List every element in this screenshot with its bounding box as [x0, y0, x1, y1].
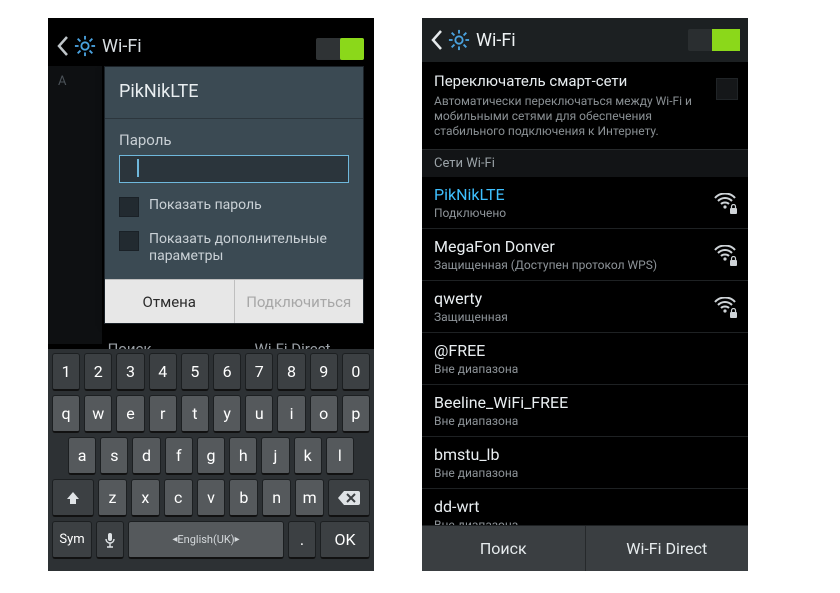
gear-icon: [74, 35, 96, 57]
network-name: qwerty: [434, 289, 706, 308]
key-t[interactable]: t: [181, 395, 209, 433]
networks-section-label: Сети Wi-Fi: [422, 150, 748, 177]
key-9[interactable]: 9: [310, 353, 338, 391]
network-row[interactable]: bmstu_lb Вне диапазона: [422, 437, 748, 489]
key-u[interactable]: u: [245, 395, 273, 433]
sym-key[interactable]: Sym: [52, 521, 92, 559]
wifi-signal-icon: [714, 193, 736, 213]
checkbox-icon: [119, 197, 139, 217]
network-name: Beeline_WiFi_FREE: [434, 393, 736, 412]
network-name: dd-wrt: [434, 497, 736, 516]
key-k[interactable]: k: [294, 437, 322, 475]
key-i[interactable]: i: [277, 395, 305, 433]
network-status: Защищенная: [434, 310, 706, 324]
key-v[interactable]: v: [197, 479, 226, 517]
wifi-signal-icon: [714, 297, 736, 317]
smart-switch-checkbox[interactable]: [716, 78, 738, 100]
network-row[interactable]: PikNikLTE Подключено: [422, 177, 748, 229]
key-b[interactable]: b: [229, 479, 258, 517]
network-status: Вне диапазона: [434, 466, 736, 480]
wifi-header: Wi-Fi: [422, 18, 748, 62]
key-z[interactable]: z: [98, 479, 127, 517]
smart-switch-title: Переключатель смарт-сети: [434, 72, 700, 90]
key-8[interactable]: 8: [277, 353, 305, 391]
network-status: Подключено: [434, 206, 706, 220]
key-h[interactable]: h: [229, 437, 257, 475]
key-7[interactable]: 7: [245, 353, 273, 391]
network-row[interactable]: qwerty Защищенная: [422, 281, 748, 333]
key-q[interactable]: q: [52, 395, 80, 433]
dim-background: A: [48, 66, 102, 344]
network-status: Вне диапазона: [434, 362, 736, 376]
key-p[interactable]: p: [342, 395, 370, 433]
key-g[interactable]: g: [197, 437, 225, 475]
key-j[interactable]: j: [261, 437, 289, 475]
wifi-direct-button[interactable]: Wi-Fi Direct: [586, 526, 749, 571]
key-4[interactable]: 4: [149, 353, 177, 391]
bottom-bar: Поиск Wi-Fi Direct: [422, 525, 748, 571]
network-row[interactable]: Beeline_WiFi_FREE Вне диапазона: [422, 385, 748, 437]
show-password-checkbox[interactable]: Показать пароль: [119, 197, 349, 217]
network-name: MegaFon Donver: [434, 237, 706, 256]
key-n[interactable]: n: [262, 479, 291, 517]
ok-key[interactable]: OK: [320, 521, 370, 559]
key-x[interactable]: x: [131, 479, 160, 517]
wifi-toggle[interactable]: [688, 29, 740, 51]
password-label: Пароль: [119, 131, 349, 149]
connect-dialog: PikNikLTE Пароль Показать пароль Показат…: [104, 66, 364, 324]
show-advanced-checkbox[interactable]: Показать дополнительные параметры: [119, 231, 349, 265]
network-name: @FREE: [434, 341, 736, 360]
key-c[interactable]: c: [164, 479, 193, 517]
left-phone: Wi-Fi A PikNikLTE Пароль Показать пароль…: [48, 18, 374, 571]
search-button[interactable]: Поиск: [422, 526, 586, 571]
gear-icon: [448, 29, 470, 51]
key-0[interactable]: 0: [342, 353, 370, 391]
wifi-header: Wi-Fi: [48, 26, 374, 66]
smart-switch-row[interactable]: Переключатель смарт-сети Автоматически п…: [422, 62, 748, 150]
connect-button[interactable]: Подключиться: [235, 280, 364, 323]
key-6[interactable]: 6: [213, 353, 241, 391]
key-e[interactable]: e: [116, 395, 144, 433]
network-status: Защищенная (Доступен протокол WPS): [434, 258, 706, 272]
right-phone: Wi-Fi Переключатель смарт-сети Автоматич…: [422, 18, 748, 571]
back-icon[interactable]: [56, 35, 70, 57]
wifi-signal-icon: [714, 245, 736, 265]
key-l[interactable]: l: [326, 437, 354, 475]
header-title: Wi-Fi: [476, 30, 516, 51]
password-input[interactable]: [119, 155, 349, 183]
key-d[interactable]: d: [132, 437, 160, 475]
key-s[interactable]: s: [100, 437, 128, 475]
wifi-toggle[interactable]: [316, 38, 364, 60]
key-m[interactable]: m: [295, 479, 324, 517]
network-row[interactable]: MegaFon Donver Защищенная (Доступен прото…: [422, 229, 748, 281]
cancel-button[interactable]: Отмена: [105, 280, 235, 323]
space-key[interactable]: ◂ English(UK) ▸: [128, 521, 284, 559]
period-key[interactable]: .: [288, 521, 316, 559]
keyboard: 1234567890 qwertyuiop asdfghjkl zxcvbnm …: [48, 349, 374, 571]
network-name: bmstu_lb: [434, 445, 736, 464]
key-r[interactable]: r: [149, 395, 177, 433]
network-status: Вне диапазона: [434, 414, 736, 428]
key-3[interactable]: 3: [116, 353, 144, 391]
key-o[interactable]: o: [310, 395, 338, 433]
checkbox-icon: [119, 231, 139, 251]
key-f[interactable]: f: [165, 437, 193, 475]
key-y[interactable]: y: [213, 395, 241, 433]
key-5[interactable]: 5: [181, 353, 209, 391]
shift-key[interactable]: [52, 479, 94, 517]
dialog-title: PikNikLTE: [105, 67, 363, 119]
network-name: PikNikLTE: [434, 185, 706, 204]
network-row[interactable]: @FREE Вне диапазона: [422, 333, 748, 385]
text-cursor: [137, 159, 139, 177]
backspace-key[interactable]: [328, 479, 370, 517]
smart-switch-desc: Автоматически переключаться между Wi-Fi …: [434, 94, 700, 139]
key-a[interactable]: a: [68, 437, 96, 475]
key-2[interactable]: 2: [84, 353, 112, 391]
header-title: Wi-Fi: [102, 36, 142, 57]
mic-key[interactable]: [96, 521, 124, 559]
key-w[interactable]: w: [84, 395, 112, 433]
key-1[interactable]: 1: [52, 353, 80, 391]
network-list: PikNikLTE Подключено MegaFon Donver Защищен…: [422, 177, 748, 541]
back-icon[interactable]: [430, 29, 444, 51]
